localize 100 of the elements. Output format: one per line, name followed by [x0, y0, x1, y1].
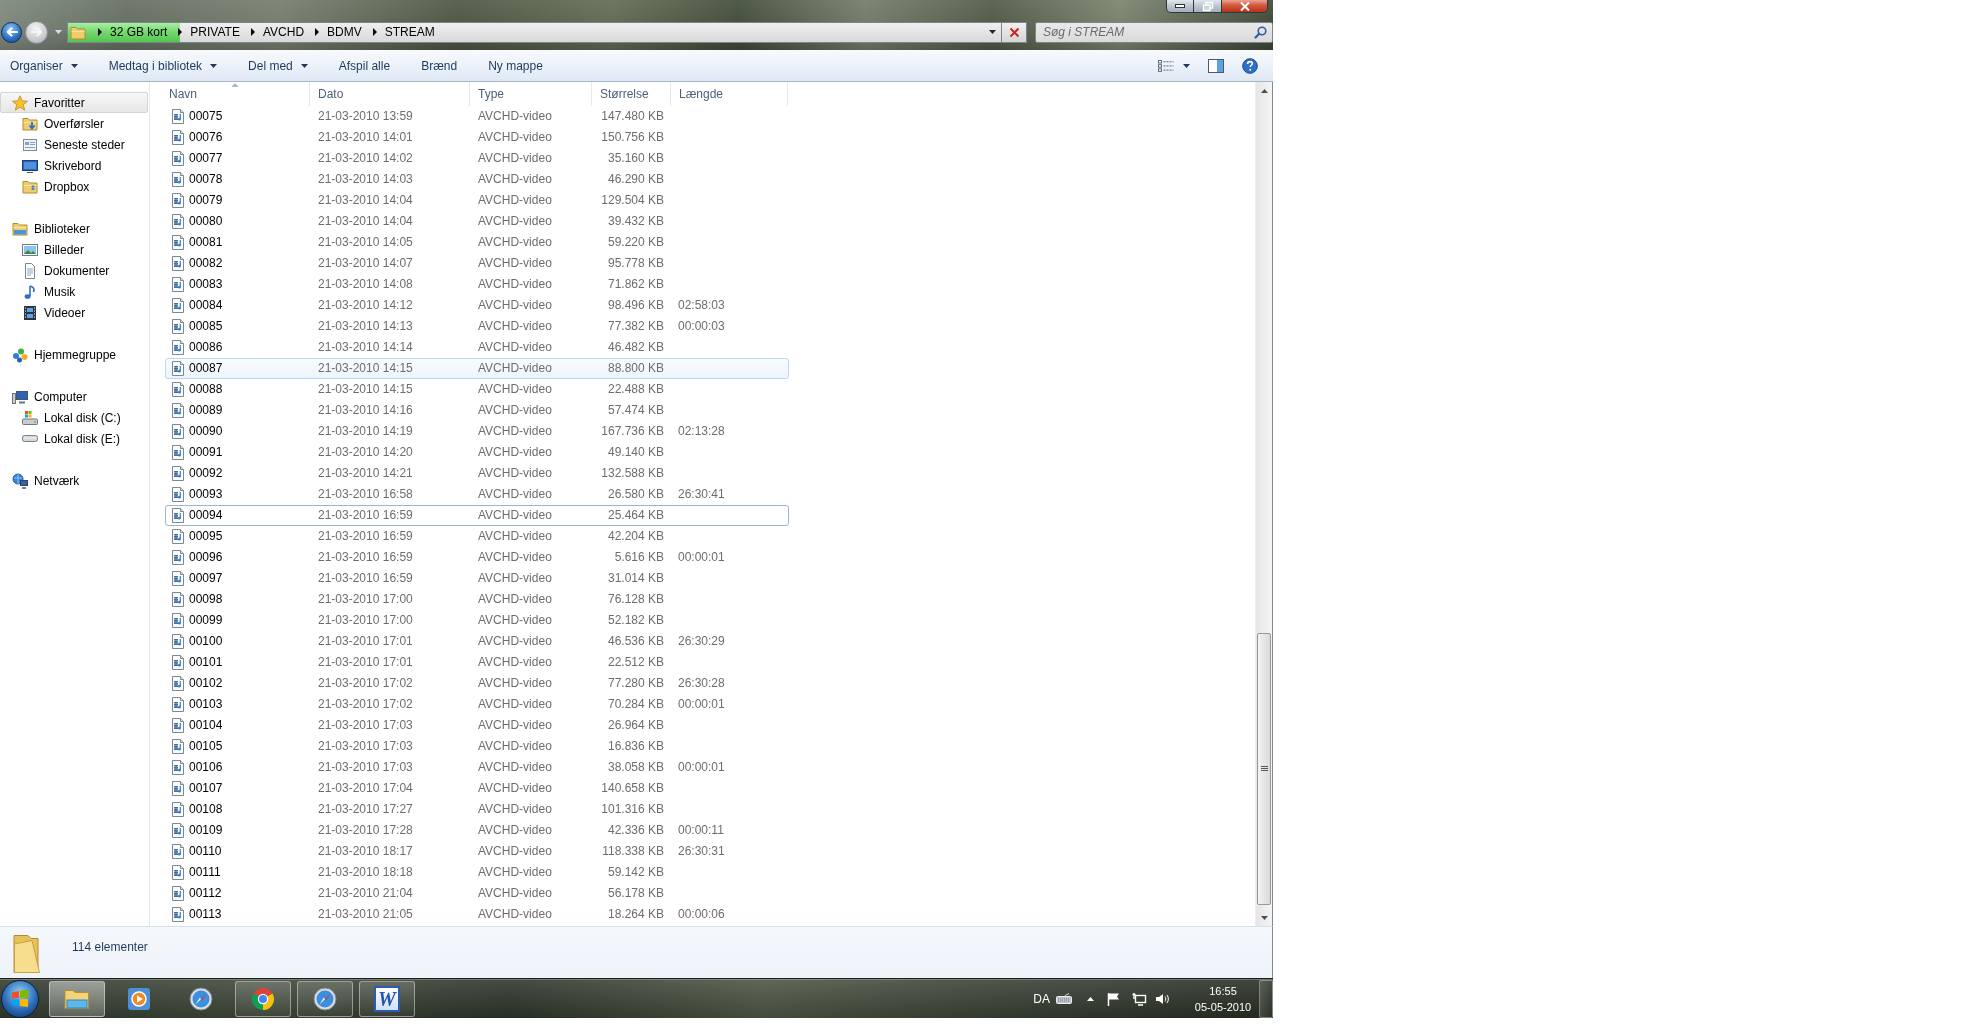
search-field[interactable]: Søg i STREAM [1035, 21, 1273, 43]
volume-button[interactable] [1155, 992, 1169, 1005]
toolbar-button[interactable]: Del med [242, 53, 314, 78]
date-text: 21-03-2010 17:01 [318, 654, 413, 671]
nav-item[interactable]: Lokal disk (C:) [0, 407, 148, 428]
file-size: 42.336 KB [607, 822, 664, 839]
file-type: AVCHD-video [478, 465, 552, 482]
video-file-icon [172, 697, 184, 712]
show-hidden-icons-button[interactable] [1087, 996, 1094, 1001]
date-text: 21-03-2010 14:07 [318, 255, 413, 272]
file-size: 150.756 KB [601, 129, 664, 146]
arrow-down-icon [1260, 915, 1268, 920]
date-text: 21-03-2010 21:05 [318, 906, 413, 923]
video-file-icon [172, 340, 184, 355]
nav-item[interactable]: Skrivebord [0, 155, 148, 176]
close-button[interactable] [1222, 0, 1268, 13]
compass-icon [313, 986, 337, 1011]
nav-item[interactable]: Billeder [0, 239, 148, 260]
help-icon [1242, 57, 1258, 74]
caret-icon [210, 63, 218, 68]
folder-icon [22, 178, 38, 195]
date-text: 21-03-2010 17:03 [318, 717, 413, 734]
maximize-button[interactable] [1194, 0, 1222, 13]
nav-item[interactable]: Biblioteker [0, 218, 148, 239]
duration-text: 26:30:28 [678, 675, 725, 692]
date-text: 21-03-2010 17:00 [318, 612, 413, 629]
language-indicator[interactable]: DA [1033, 991, 1050, 1006]
speaker-icon [1155, 992, 1169, 1005]
nav-item[interactable]: Dropbox [0, 176, 148, 197]
start-button[interactable] [1, 979, 39, 1018]
x-icon [1008, 26, 1020, 38]
video-file-icon [172, 634, 184, 649]
monitor-icon [22, 157, 38, 174]
breadcrumb[interactable]: PRIVATE [186, 22, 244, 42]
scrollbar-thumb[interactable] [1257, 633, 1271, 905]
file-name: 00107 [189, 780, 223, 797]
toolbar-button[interactable]: Afspil alle [332, 53, 397, 78]
close-icon [1239, 1, 1250, 11]
toolbar-button[interactable]: Medtag i bibliotek [102, 53, 224, 78]
taskbar-button[interactable]: W [359, 980, 415, 1017]
duration-text: 26:30:29 [678, 633, 725, 650]
duration-text: 00:00:01 [678, 549, 725, 566]
file-size: 95.778 KB [607, 255, 664, 272]
breadcrumb[interactable]: BDMV [323, 22, 366, 42]
tricolor-circle-icon [251, 986, 275, 1011]
breadcrumb[interactable]: STREAM [380, 22, 439, 42]
nav-item[interactable]: Dokumenter [0, 260, 148, 281]
video-file-icon [172, 214, 184, 229]
action-center-button[interactable] [1107, 991, 1120, 1006]
nav-item[interactable]: Favoritter [0, 92, 148, 113]
file-name: 00099 [189, 612, 223, 629]
file-name: 00088 [189, 381, 223, 398]
video-file-icon [172, 403, 184, 418]
nav-item[interactable]: Hjemmegruppe [0, 344, 148, 365]
nav-item[interactable]: Computer [0, 386, 148, 407]
file-type: AVCHD-video [478, 318, 552, 335]
drive-icon [22, 410, 38, 425]
file-type: AVCHD-video [478, 423, 552, 440]
file-row[interactable]: 00087 21-03-2010 14:15 AVCHD-video 88.800 KB [165, 358, 789, 379]
show-desktop-button[interactable] [1259, 979, 1273, 1018]
breadcrumb[interactable]: 32 GB kort [106, 22, 172, 42]
nav-item[interactable]: Lokal disk (E:) [0, 428, 148, 449]
back-button[interactable] [1, 21, 22, 43]
date-text: 21-03-2010 17:04 [318, 780, 413, 797]
scrollbar[interactable] [1255, 82, 1272, 926]
file-type: AVCHD-video [478, 633, 552, 650]
file-name: 00086 [189, 339, 223, 356]
file-name: 00090 [189, 423, 223, 440]
nav-item[interactable]: Seneste steder [0, 134, 148, 155]
file-row[interactable]: 00094 21-03-2010 16:59 AVCHD-video 25.464 KB [165, 505, 789, 526]
file-name: 00093 [189, 486, 223, 503]
address-field[interactable]: 32 GB kort PRIVATE AVCHD BDMV STREAM [67, 21, 1002, 43]
network-button[interactable] [1132, 991, 1146, 1006]
toolbar-button[interactable]: Organiser [4, 53, 84, 78]
file-type: AVCHD-video [478, 255, 552, 272]
clock-button[interactable]: 16:55 05-05-2010 [1193, 982, 1253, 1015]
file-type: AVCHD-video [478, 654, 552, 671]
taskbar-button[interactable] [49, 980, 105, 1017]
file-name: 00077 [189, 150, 223, 167]
keyboard-button[interactable] [1056, 993, 1072, 1004]
file-type: AVCHD-video [478, 129, 552, 146]
nav-item[interactable]: Musik [0, 281, 148, 302]
app-logo: W [374, 985, 400, 1012]
nav-item[interactable]: Netværk [0, 470, 148, 491]
breadcrumb[interactable]: AVCHD [258, 22, 309, 42]
file-size: 101.316 KB [601, 801, 664, 818]
file-size: 38.058 KB [607, 759, 664, 776]
toolbar-button[interactable]: Brænd [415, 53, 464, 78]
minimize-button[interactable] [1166, 0, 1194, 13]
video-file-icon [172, 529, 184, 544]
wired-network-icon [1132, 991, 1146, 1006]
taskbar-button[interactable] [235, 980, 291, 1017]
file-type: AVCHD-video [478, 675, 552, 692]
nav-item[interactable]: Videoer [0, 302, 148, 323]
nav-item[interactable]: Overførsler [0, 113, 148, 134]
breadcrumb-arrow-icon [98, 28, 102, 36]
stop-button[interactable] [1002, 21, 1027, 43]
toolbar-button[interactable]: Ny mappe [482, 53, 549, 78]
grip-icon [1260, 766, 1268, 772]
taskbar-button[interactable] [297, 980, 353, 1017]
